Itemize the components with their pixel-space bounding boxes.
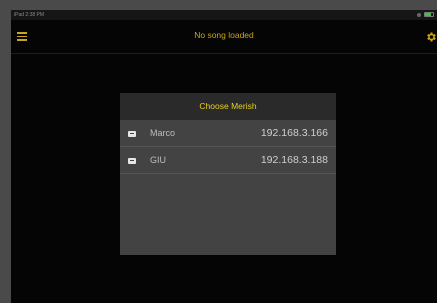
device-row-giu[interactable]: GIU 192.168.3.188 — [120, 149, 336, 174]
screen-frame: iPad 2:38 PM No song loaded Choose Meris… — [0, 0, 437, 303]
device-name: Marco — [150, 128, 176, 138]
device-row-marco[interactable]: Marco 192.168.3.166 — [120, 122, 336, 147]
app-window: iPad 2:38 PM No song loaded Choose Meris… — [11, 10, 437, 303]
status-time: iPad 2:38 PM — [14, 12, 45, 18]
choose-merish-dialog: Choose Merish Marco 192.168.3.166 GIU 19… — [120, 93, 336, 255]
dialog-title: Choose Merish — [120, 93, 336, 120]
bluetooth-icon — [417, 12, 421, 17]
device-ip: 192.168.3.188 — [260, 154, 328, 166]
status-indicators — [417, 12, 434, 17]
status-bar: iPad 2:38 PM — [11, 10, 437, 20]
device-name: GIU — [150, 155, 167, 165]
page-title: No song loaded — [194, 30, 254, 40]
device-ip: 192.168.3.166 — [260, 127, 328, 139]
device-icon — [128, 158, 136, 164]
battery-level — [425, 13, 431, 16]
gear-icon[interactable] — [425, 30, 437, 42]
battery-icon — [424, 12, 434, 17]
top-bar: No song loaded — [11, 20, 437, 54]
device-icon — [128, 131, 136, 137]
